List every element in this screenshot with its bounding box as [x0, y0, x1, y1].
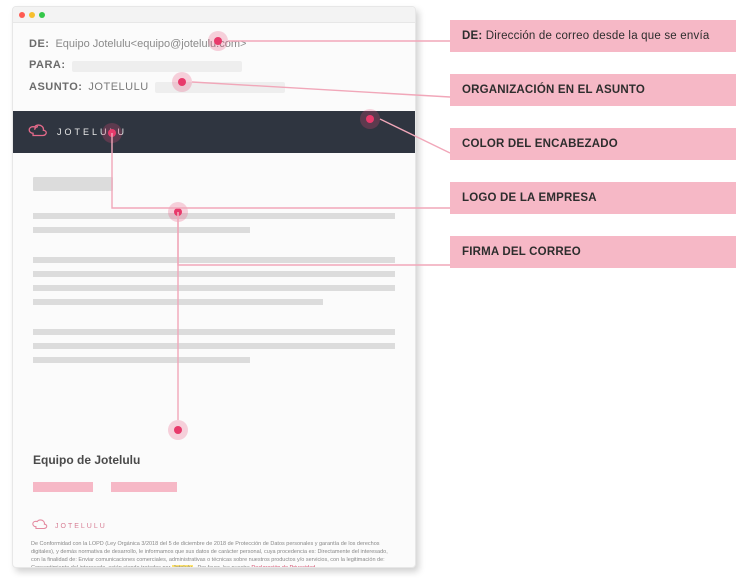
hotspot-logo	[102, 123, 122, 143]
hotspot-signature	[168, 420, 188, 440]
callout-strong: DE:	[462, 30, 482, 42]
callout-headercolor: COLOR DEL ENCABEZADO	[450, 128, 736, 160]
hotspot-from	[208, 31, 228, 51]
body-line	[33, 227, 250, 233]
body-line	[33, 285, 395, 291]
privacy-link[interactable]: Declaración de Privacidad	[251, 565, 315, 568]
close-dot	[19, 12, 25, 18]
email-body	[13, 153, 415, 447]
footer-logo-wrapper: JOTELULU	[31, 517, 397, 535]
callout-list: DE: Dirección de correo desde la que se …	[450, 20, 736, 290]
body-heading-placeholder	[33, 177, 113, 191]
callout-text: Dirección de correo desde la que se enví…	[482, 30, 709, 42]
body-line	[33, 299, 323, 305]
legal-text: . Por favor, lea nuestra	[194, 565, 251, 568]
maximize-dot	[39, 12, 45, 18]
legal-text: .	[317, 565, 319, 568]
signature-bar	[33, 482, 93, 492]
callout-text: FIRMA DEL CORREO	[462, 246, 581, 258]
signature-bar	[111, 482, 177, 492]
body-line	[33, 357, 250, 363]
to-row: PARA:	[29, 58, 399, 73]
body-line	[33, 213, 395, 219]
cloud-logo-icon	[27, 122, 49, 143]
body-line	[33, 257, 395, 263]
body-line	[33, 329, 395, 335]
callout-text: ORGANIZACIÓN EN EL ASUNTO	[462, 84, 645, 96]
subject-row: ASUNTO: JOTELULU	[29, 80, 399, 95]
signature-name: Equipo de Jotelulu	[33, 453, 395, 467]
callout-logo: LOGO DE LA EMPRESA	[450, 182, 736, 214]
callout-text: COLOR DEL ENCABEZADO	[462, 138, 618, 150]
callout-signature: FIRMA DEL CORREO	[450, 236, 736, 268]
email-headerbar: JOTELULU	[13, 111, 415, 153]
legal-text: De Conformidad con la LOPD (Ley Orgánica…	[31, 541, 388, 568]
legal-highlight: Jotelulu	[172, 565, 193, 568]
to-value-placeholder	[72, 61, 242, 72]
to-label: PARA:	[29, 58, 66, 73]
cloud-logo-icon	[31, 517, 49, 535]
hotspot-signature-ref	[168, 202, 188, 222]
email-window: DE: Equipo Jotelulu<equipo@jotelulu.com>…	[12, 6, 416, 568]
window-titlebar	[13, 7, 415, 23]
from-label: DE:	[29, 37, 49, 52]
legal-paragraph-1: De Conformidad con la LOPD (Ley Orgánica…	[31, 541, 397, 568]
footer-logo-text: JOTELULU	[55, 523, 107, 530]
hotspot-headerbar	[360, 109, 380, 129]
email-signature: Equipo de Jotelulu	[13, 447, 415, 507]
email-footer: JOTELULU De Conformidad con la LOPD (Ley…	[13, 507, 415, 568]
body-line	[33, 271, 395, 277]
minimize-dot	[29, 12, 35, 18]
callout-from: DE: Dirección de correo desde la que se …	[450, 20, 736, 52]
body-line	[33, 343, 395, 349]
subject-value: JOTELULU	[88, 80, 148, 95]
subject-label: ASUNTO:	[29, 80, 82, 95]
callout-text: LOGO DE LA EMPRESA	[462, 192, 597, 204]
hotspot-subject	[172, 72, 192, 92]
callout-subject: ORGANIZACIÓN EN EL ASUNTO	[450, 74, 736, 106]
